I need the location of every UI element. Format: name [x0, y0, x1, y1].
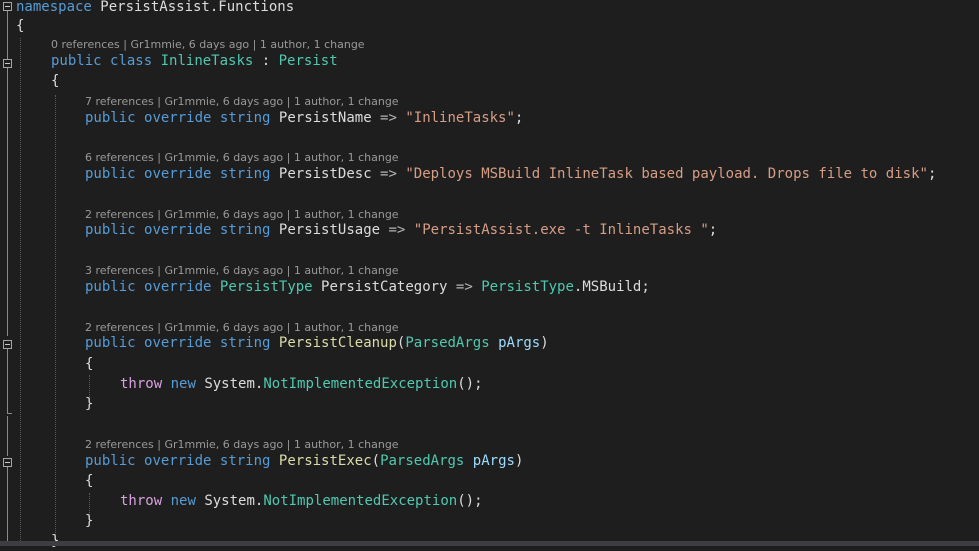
property-name: PersistName — [278, 110, 372, 126]
code-line: public override PersistType PersistCateg… — [0, 278, 979, 297]
type-name: ParsedArgs — [405, 335, 490, 351]
keyword: public — [85, 335, 136, 351]
keyword: override — [144, 166, 212, 182]
parameter: pArgs — [498, 335, 541, 351]
paren: ( — [371, 453, 381, 469]
codelens-category[interactable]: 3 references | Gr1mmie, 6 days ago | 1 a… — [0, 264, 979, 278]
codelens-text[interactable]: 3 references | Gr1mmie, 6 days ago | 1 a… — [85, 264, 399, 278]
arrow: => — [371, 166, 406, 182]
codelens-text[interactable]: 6 references | Gr1mmie, 6 days ago | 1 a… — [85, 151, 399, 165]
type-name: ParsedArgs — [380, 453, 465, 469]
codelens-text[interactable]: 2 references | Gr1mmie, 6 days ago | 1 a… — [85, 208, 399, 222]
brace: { — [85, 473, 94, 489]
codelens-exec[interactable]: 2 references | Gr1mmie, 6 days ago | 1 a… — [0, 438, 979, 452]
keyword: throw — [120, 376, 163, 392]
type-name: NotImplementedException — [263, 493, 458, 509]
method-name: PersistExec — [278, 453, 372, 469]
arrow: => — [447, 279, 482, 295]
keyword: public — [85, 222, 136, 238]
codelens-text[interactable]: 2 references | Gr1mmie, 6 days ago | 1 a… — [85, 438, 399, 452]
code-line: } — [0, 395, 979, 414]
codelens-name[interactable]: 7 references | Gr1mmie, 6 days ago | 1 a… — [0, 95, 979, 109]
code-line: { — [0, 472, 979, 491]
keyword: namespace — [16, 0, 92, 15]
keyword: public — [85, 166, 136, 182]
brace: } — [85, 396, 94, 412]
namespace-name: System — [204, 376, 255, 392]
keyword: public — [85, 453, 136, 469]
keyword: override — [144, 110, 212, 126]
code-line: { — [0, 17, 979, 36]
keyword: public — [85, 279, 136, 295]
parameter: pArgs — [472, 453, 515, 469]
property-name: PersistUsage — [278, 222, 381, 238]
code-line: public override string PersistDesc => "D… — [0, 165, 979, 184]
semicolon: ; — [927, 166, 937, 182]
arrow: => — [371, 110, 406, 126]
type-name: PersistType — [481, 279, 574, 295]
code-line: { — [0, 72, 979, 91]
type-name: NotImplementedException — [263, 376, 458, 392]
codelens-cleanup[interactable]: 2 references | Gr1mmie, 6 days ago | 1 a… — [0, 321, 979, 335]
paren: ) — [514, 453, 524, 469]
call-end: (); — [457, 493, 483, 509]
keyword: new — [170, 493, 196, 509]
code-line: public class InlineTasks : Persist — [0, 52, 979, 71]
code-line: public override string PersistCleanup(Pa… — [0, 334, 979, 353]
codelens-text[interactable]: 0 references | Gr1mmie, 6 days ago | 1 a… — [51, 38, 365, 52]
string-literal: "Deploys MSBuild InlineTask based payloa… — [405, 166, 928, 182]
keyword: class — [110, 53, 153, 69]
keyword: string — [219, 335, 271, 351]
namespace-name: PersistAssist.Functions — [91, 0, 295, 15]
namespace-name: System — [204, 493, 255, 509]
type-name: PersistType — [219, 279, 313, 295]
semicolon: ; — [641, 279, 650, 295]
codelens-text[interactable]: 7 references | Gr1mmie, 6 days ago | 1 a… — [85, 95, 399, 109]
keyword: override — [144, 222, 212, 238]
class-name: InlineTasks — [160, 53, 254, 69]
keyword: new — [170, 376, 196, 392]
brace: { — [51, 73, 60, 89]
code-line: throw new System.NotImplementedException… — [0, 492, 979, 511]
keyword: throw — [120, 493, 163, 509]
enum-member: .MSBuild — [573, 279, 642, 295]
paren: ) — [540, 335, 549, 351]
base-class: Persist — [278, 53, 338, 69]
keyword: override — [144, 335, 212, 351]
brace: { — [85, 356, 94, 372]
horizontal-scrollbar[interactable] — [0, 541, 979, 546]
semicolon: ; — [708, 222, 718, 238]
code-line: { — [0, 355, 979, 374]
method-name: PersistCleanup — [278, 335, 397, 351]
arrow: => — [380, 222, 414, 238]
string-literal: "PersistAssist.exe -t InlineTasks " — [413, 222, 709, 238]
colon: : — [253, 53, 279, 69]
property-name: PersistDesc — [278, 166, 372, 182]
code-line: public override string PersistName => "I… — [0, 109, 979, 128]
code-editor[interactable]: namespace PersistAssist.Functions { 0 re… — [0, 0, 979, 549]
keyword: override — [144, 279, 212, 295]
codelens-text[interactable]: 2 references | Gr1mmie, 6 days ago | 1 a… — [85, 321, 399, 335]
keyword: public — [85, 110, 136, 126]
string-literal: "InlineTasks" — [405, 110, 515, 126]
brace: { — [16, 18, 25, 34]
keyword: string — [219, 110, 271, 126]
keyword: string — [219, 453, 271, 469]
keyword: override — [144, 453, 212, 469]
keyword: string — [219, 222, 271, 238]
code-line: throw new System.NotImplementedException… — [0, 375, 979, 394]
code-line: namespace PersistAssist.Functions — [0, 0, 979, 17]
code-line: public override string PersistExec(Parse… — [0, 452, 979, 471]
keyword: public — [51, 53, 102, 69]
semicolon: ; — [514, 110, 524, 126]
call-end: (); — [457, 376, 483, 392]
code-line: public override string PersistUsage => "… — [0, 221, 979, 240]
codelens-desc[interactable]: 6 references | Gr1mmie, 6 days ago | 1 a… — [0, 151, 979, 165]
keyword: string — [219, 166, 271, 182]
codelens-usage[interactable]: 2 references | Gr1mmie, 6 days ago | 1 a… — [0, 208, 979, 222]
brace: } — [85, 513, 94, 529]
code-line: } — [0, 512, 979, 531]
codelens-class[interactable]: 0 references | Gr1mmie, 6 days ago | 1 a… — [0, 38, 979, 52]
property-name: PersistCategory — [321, 279, 448, 295]
